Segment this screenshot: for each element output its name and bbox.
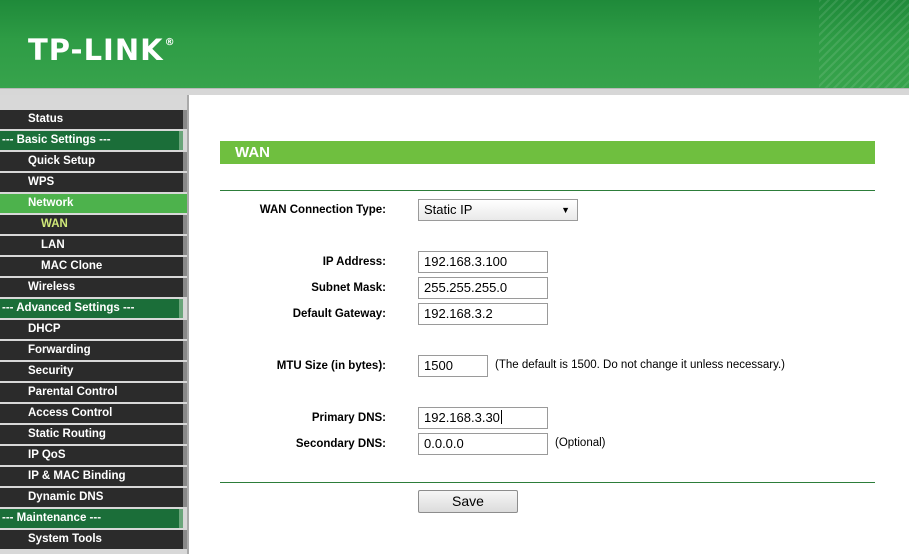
text-caret bbox=[500, 410, 502, 424]
header-banner: TP-LINK® bbox=[0, 0, 909, 88]
default-gateway-input[interactable]: 192.168.3.2 bbox=[418, 303, 548, 325]
subnet-mask-label: Subnet Mask: bbox=[311, 282, 386, 294]
connection-type-select[interactable]: Static IP ▼ bbox=[418, 199, 578, 221]
secondary-dns-input[interactable]: 0.0.0.0 bbox=[418, 433, 548, 455]
sidebar-item-quick-setup[interactable]: Quick Setup bbox=[0, 152, 187, 171]
mtu-size-label: MTU Size (in bytes): bbox=[276, 360, 386, 372]
mtu-hint: (The default is 1500. Do not change it u… bbox=[495, 359, 786, 371]
sidebar-item-wan[interactable]: WAN bbox=[0, 215, 187, 234]
sidebar-item-network[interactable]: Network bbox=[0, 194, 187, 213]
primary-dns-value: 192.168.3.30 bbox=[424, 410, 500, 425]
primary-dns-label: Primary DNS: bbox=[311, 412, 386, 424]
connection-type-value: Static IP bbox=[424, 202, 473, 217]
header-separator bbox=[0, 88, 909, 95]
registered-mark: ® bbox=[164, 37, 176, 48]
top-divider bbox=[220, 190, 875, 191]
primary-dns-input[interactable]: 192.168.3.30 bbox=[418, 407, 548, 429]
sidebar-item-access-control[interactable]: Access Control bbox=[0, 404, 187, 423]
default-gateway-label: Default Gateway: bbox=[292, 308, 386, 320]
sidebar-item-wireless[interactable]: Wireless bbox=[0, 278, 187, 297]
sidebar-item-wps[interactable]: WPS bbox=[0, 173, 187, 192]
header-stripes bbox=[819, 0, 909, 88]
chevron-down-icon: ▼ bbox=[561, 205, 570, 215]
connection-type-label: WAN Connection Type: bbox=[259, 204, 386, 216]
sidebar-item-ip-qos[interactable]: IP QoS bbox=[0, 446, 187, 465]
sidebar-group-advanced-settings: --- Advanced Settings --- bbox=[0, 299, 183, 318]
sidebar-menu: Status --- Basic Settings --- Quick Setup W… bbox=[0, 110, 187, 551]
sidebar-item-lan[interactable]: LAN bbox=[0, 236, 187, 255]
subnet-mask-input[interactable]: 255.255.255.0 bbox=[418, 277, 548, 299]
sidebar-group-basic-settings: --- Basic Settings --- bbox=[0, 131, 183, 150]
sidebar-item-dhcp[interactable]: DHCP bbox=[0, 320, 187, 339]
ip-address-label: IP Address: bbox=[322, 256, 386, 268]
brand-logo: TP-LINK® bbox=[28, 33, 176, 67]
sidebar-item-system-tools[interactable]: System Tools bbox=[0, 530, 187, 549]
bottom-divider bbox=[220, 482, 875, 483]
ip-address-input[interactable]: 192.168.3.100 bbox=[418, 251, 548, 273]
page-title: WAN bbox=[220, 141, 875, 164]
sidebar-item-mac-clone[interactable]: MAC Clone bbox=[0, 257, 187, 276]
secondary-dns-hint: (Optional) bbox=[555, 437, 606, 449]
brand-name: TP-LINK bbox=[28, 33, 164, 67]
sidebar-item-status[interactable]: Status bbox=[0, 110, 187, 129]
secondary-dns-label: Secondary DNS: bbox=[295, 438, 386, 450]
sidebar-item-dynamic-dns[interactable]: Dynamic DNS bbox=[0, 488, 187, 507]
sidebar-item-ip-mac-binding[interactable]: IP & MAC Binding bbox=[0, 467, 187, 486]
sidebar-item-forwarding[interactable]: Forwarding bbox=[0, 341, 187, 360]
sidebar-item-security[interactable]: Security bbox=[0, 362, 187, 381]
sidebar-group-maintenance: --- Maintenance --- bbox=[0, 509, 183, 528]
sidebar: Status --- Basic Settings --- Quick Setup W… bbox=[0, 95, 187, 554]
sidebar-item-static-routing[interactable]: Static Routing bbox=[0, 425, 187, 444]
mtu-size-input[interactable]: 1500 bbox=[418, 355, 488, 377]
sidebar-item-parental-control[interactable]: Parental Control bbox=[0, 383, 187, 402]
save-button[interactable]: Save bbox=[418, 490, 518, 513]
